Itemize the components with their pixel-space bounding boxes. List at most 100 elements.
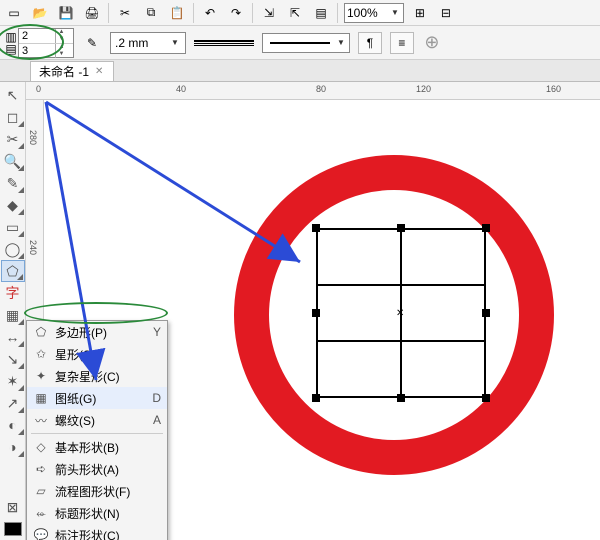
property-bar: ▥ ▤ ▲▼ ▲▼ ✎ ▼ ▼ ¶ ≡ ⊕: [0, 26, 600, 60]
dimension-tool[interactable]: ↔: [1, 326, 25, 348]
flyout-label: 箭头形状(A): [55, 461, 161, 478]
new-icon[interactable]: ▭: [4, 3, 24, 23]
flyout-shortcut: D: [147, 391, 161, 405]
toolbox: ↖ ◻ ✂ 🔍 ✎ ◆ ▭ ◯ ⬠ 字 ▦ ↔ ↘ ✶ ↗ ◐ ◑ ⊠: [0, 82, 26, 540]
selection-handle[interactable]: [312, 224, 320, 232]
main-toolbar: ▭ 📂 💾 🖨 ✂ ⧉ 📋 ↶ ↷ ⇲ ⇱ ▤ ▼ ⊞ ⊟: [0, 0, 600, 26]
selection-handle[interactable]: [397, 394, 405, 402]
close-icon[interactable]: ✕: [95, 66, 103, 77]
flyout-item-polygon[interactable]: ⬠ 多边形(P) Y: [27, 321, 167, 343]
workspace: ↖ ◻ ✂ 🔍 ✎ ◆ ▭ ◯ ⬠ 字 ▦ ↔ ↘ ✶ ↗ ◐ ◑ ⊠ 0 40…: [0, 82, 600, 540]
options-icon[interactable]: ⊟: [436, 3, 456, 23]
zoom-input[interactable]: [347, 6, 389, 20]
freehand-tool[interactable]: ✎: [1, 172, 25, 194]
selection-handle[interactable]: [397, 224, 405, 232]
flyout-label: 标题形状(N): [55, 505, 161, 522]
fill-tool[interactable]: ◐: [1, 414, 25, 436]
add-button[interactable]: ⊕: [422, 33, 442, 53]
graph-paper-object[interactable]: ✕: [316, 228, 486, 398]
selection-handle[interactable]: [482, 394, 490, 402]
pick-tool[interactable]: ↖: [1, 84, 25, 106]
rows-input[interactable]: [19, 45, 55, 57]
flyout-label: 流程图形状(F): [55, 483, 161, 500]
no-fill-swatch[interactable]: ⊠: [1, 496, 25, 518]
outline-width-input[interactable]: [115, 36, 163, 50]
crop-tool[interactable]: ✂: [1, 128, 25, 150]
document-tab[interactable]: 未命名 -1 ✕: [30, 61, 114, 81]
flowchart-icon: ▱: [33, 484, 49, 498]
effects-tool[interactable]: ✶: [1, 370, 25, 392]
flyout-label: 基本形状(B): [55, 439, 161, 456]
flyout-item-banner-shapes[interactable]: ⬰ 标题形状(N): [27, 502, 167, 524]
separator: [193, 3, 194, 23]
pen-icon[interactable]: ✎: [82, 33, 102, 53]
import-icon[interactable]: ⇲: [259, 3, 279, 23]
ellipse-tool[interactable]: ◯: [1, 238, 25, 260]
eyedropper-tool[interactable]: ↗: [1, 392, 25, 414]
selection-handle[interactable]: [312, 309, 320, 317]
flyout-item-graph-paper[interactable]: ▦ 图纸(G) D: [27, 387, 167, 409]
open-icon[interactable]: 📂: [30, 3, 50, 23]
export-icon[interactable]: ⇱: [285, 3, 305, 23]
chevron-down-icon[interactable]: ▼: [389, 8, 401, 17]
flyout-item-flowchart-shapes[interactable]: ▱ 流程图形状(F): [27, 480, 167, 502]
grid-size-spinner[interactable]: ▲▼ ▲▼: [18, 28, 74, 58]
star-icon: ✩: [33, 347, 49, 361]
wrap-text-icon[interactable]: ¶: [358, 32, 382, 54]
flyout-item-callout-shapes[interactable]: 💬 标注形状(C): [27, 524, 167, 540]
selection-handle[interactable]: [482, 224, 490, 232]
wrap-para-icon[interactable]: ≡: [390, 32, 414, 54]
flyout-shortcut: Y: [147, 325, 161, 339]
arrow-shape-icon: ➪: [33, 462, 49, 476]
zoom-tool[interactable]: 🔍: [1, 150, 25, 172]
graph-paper-icon: ▦: [33, 391, 49, 405]
chevron-down-icon[interactable]: ▼: [335, 38, 347, 47]
document-tab-strip: 未命名 -1 ✕: [0, 60, 600, 82]
flyout-label: 星形(S): [55, 346, 141, 363]
flyout-label: 复杂星形(C): [55, 368, 141, 385]
connector-tool[interactable]: ↘: [1, 348, 25, 370]
rectangle-tool[interactable]: ▭: [1, 216, 25, 238]
pdf-icon[interactable]: ▤: [311, 3, 331, 23]
separator: [337, 3, 338, 23]
flyout-item-complex-star[interactable]: ✦ 复杂星形(C): [27, 365, 167, 387]
document-tab-label: 未命名 -1: [39, 63, 89, 80]
table-tool[interactable]: ▦: [1, 304, 25, 326]
save-icon[interactable]: 💾: [56, 3, 76, 23]
flyout-item-arrow-shapes[interactable]: ➪ 箭头形状(A): [27, 458, 167, 480]
columns-input[interactable]: [19, 30, 55, 42]
zoom-combo[interactable]: ▼: [344, 3, 404, 23]
selection-handle[interactable]: [482, 309, 490, 317]
undo-icon[interactable]: ↶: [200, 3, 220, 23]
selection-handle[interactable]: [312, 394, 320, 402]
polygon-flyout-menu: ⬠ 多边形(P) Y ✩ 星形(S) ✦ 复杂星形(C) ▦ 图纸(G) D 〰…: [26, 320, 168, 540]
snap-icon[interactable]: ⊞: [410, 3, 430, 23]
ruler-horizontal: 0 40 80 120 160: [26, 82, 600, 100]
callout-icon: 💬: [33, 528, 49, 540]
polygon-flyout-tool[interactable]: ⬠: [1, 260, 25, 282]
text-tool[interactable]: 字: [1, 282, 25, 304]
basic-shape-icon: ◇: [33, 440, 49, 454]
cut-icon[interactable]: ✂: [115, 3, 135, 23]
rows-icon: ▤: [4, 43, 18, 55]
chevron-down-icon[interactable]: ▼: [169, 38, 181, 47]
print-icon[interactable]: 🖨: [82, 3, 102, 23]
fill-swatch[interactable]: [1, 518, 25, 540]
smart-fill-tool[interactable]: ◆: [1, 194, 25, 216]
line-style-combo[interactable]: ▼: [262, 33, 350, 53]
paste-icon[interactable]: 📋: [167, 3, 187, 23]
flyout-item-spiral[interactable]: 〰 螺纹(S) A: [27, 409, 167, 431]
flyout-item-star[interactable]: ✩ 星形(S): [27, 343, 167, 365]
shape-edit-tool[interactable]: ◻: [1, 106, 25, 128]
separator: [108, 3, 109, 23]
flyout-label: 螺纹(S): [55, 412, 141, 429]
spiral-icon: 〰: [33, 412, 49, 429]
flyout-item-basic-shapes[interactable]: ◇ 基本形状(B): [27, 436, 167, 458]
separator: [31, 433, 163, 434]
flyout-label: 标注形状(C): [55, 527, 161, 540]
redo-icon[interactable]: ↷: [226, 3, 246, 23]
separator: [252, 3, 253, 23]
outline-width-combo[interactable]: ▼: [110, 32, 186, 54]
outline-tool[interactable]: ◑: [1, 436, 25, 458]
copy-icon[interactable]: ⧉: [141, 3, 161, 23]
